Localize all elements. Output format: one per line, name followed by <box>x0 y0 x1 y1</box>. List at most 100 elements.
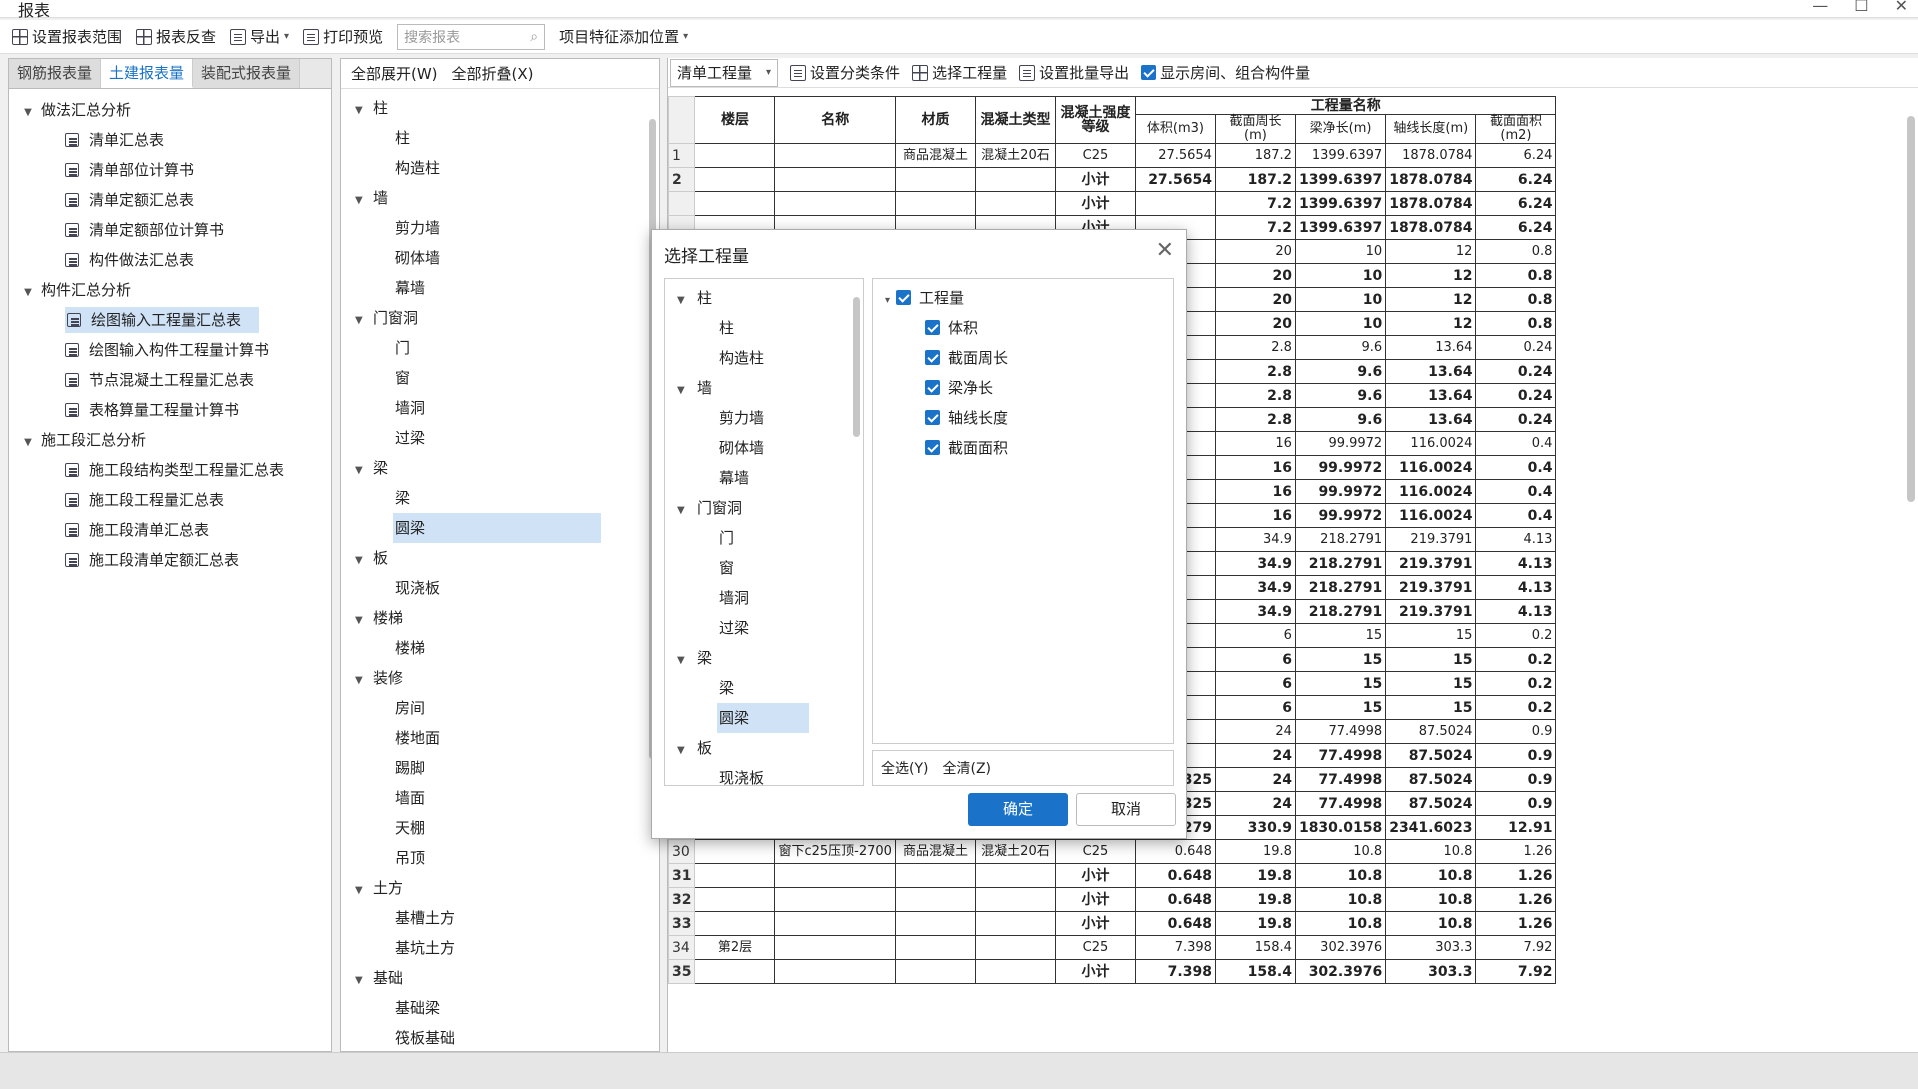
report-item[interactable]: 清单汇总表 <box>9 125 331 155</box>
tree-item[interactable]: 吊顶 <box>341 843 659 873</box>
quantity-mode-select[interactable]: 清单工程量 ▾ <box>670 58 779 87</box>
expand-all-button[interactable]: 全部展开(W) <box>351 63 438 84</box>
tree-group[interactable]: ▼ 门窗洞 <box>341 303 659 333</box>
show-room-checkbox[interactable]: 显示房间、组合构件量 <box>1141 62 1310 83</box>
tree-group[interactable]: ▼ 门窗洞 <box>665 493 863 523</box>
tree-item[interactable]: 墙面 <box>341 783 659 813</box>
tree-item[interactable]: 窗 <box>665 553 863 583</box>
tree-item[interactable]: 砌体墙 <box>665 433 863 463</box>
tab-report-0[interactable]: 钢筋报表量 <box>9 59 102 88</box>
export-button[interactable]: 导出 ▾ <box>230 26 289 47</box>
quantity-checkbox[interactable]: 梁净长 <box>925 373 1173 403</box>
report-item[interactable]: 施工段清单定额汇总表 <box>9 545 331 575</box>
tree-item[interactable]: 基础梁 <box>341 993 659 1023</box>
maximize-icon[interactable]: ☐ <box>1854 0 1868 15</box>
tree-group[interactable]: ▼ 板 <box>665 733 863 763</box>
batch-export-button[interactable]: 设置批量导出 <box>1019 62 1129 83</box>
quantity-checkbox[interactable]: 截面面积 <box>925 433 1173 463</box>
tree-item[interactable]: 过梁 <box>665 613 863 643</box>
select-all-button[interactable]: 全选(Y) <box>881 758 928 778</box>
tree-item[interactable]: 窗 <box>341 363 659 393</box>
tree-group[interactable]: ▼ 楼梯 <box>341 603 659 633</box>
report-item[interactable]: 清单定额部位计算书 <box>9 215 331 245</box>
feature-position-dropdown[interactable]: 项目特征添加位置 ▾ <box>559 26 688 47</box>
report-item[interactable]: 施工段清单汇总表 <box>9 515 331 545</box>
tree-item[interactable]: 墙洞 <box>341 393 659 423</box>
cancel-button[interactable]: 取消 <box>1076 793 1176 826</box>
report-item[interactable]: 清单部位计算书 <box>9 155 331 185</box>
quantity-checkbox[interactable]: 轴线长度 <box>925 403 1173 433</box>
tree-item[interactable]: 楼梯 <box>341 633 659 663</box>
tree-item[interactable]: 剪力墙 <box>341 213 659 243</box>
report-item[interactable]: 节点混凝土工程量汇总表 <box>9 365 331 395</box>
tree-item[interactable]: 楼地面 <box>341 723 659 753</box>
tree-group[interactable]: ▼ 柱 <box>665 283 863 313</box>
tree-item[interactable]: 门 <box>341 333 659 363</box>
tree-item[interactable]: 基坑土方 <box>341 933 659 963</box>
ok-button[interactable]: 确定 <box>968 793 1068 826</box>
tree-item[interactable]: 剪力墙 <box>665 403 863 433</box>
tree-item[interactable]: 圆梁 <box>665 703 863 733</box>
tree-item[interactable]: 梁 <box>665 673 863 703</box>
tree-group[interactable]: ▼ 基础 <box>341 963 659 993</box>
tree-item[interactable]: 砌体墙 <box>341 243 659 273</box>
tree-item[interactable]: 幕墙 <box>341 273 659 303</box>
tree-group[interactable]: ▼ 做法汇总分析 <box>9 95 331 125</box>
tree-item[interactable]: 基槽土方 <box>341 903 659 933</box>
minimize-icon[interactable]: — <box>1812 0 1828 15</box>
tree-item[interactable]: 构造柱 <box>665 343 863 373</box>
tab-report-2[interactable]: 装配式报表量 <box>193 59 301 88</box>
set-report-range-button[interactable]: 设置报表范围 <box>12 26 122 47</box>
tree-item[interactable]: 柱 <box>665 313 863 343</box>
tree-item[interactable]: 柱 <box>341 123 659 153</box>
tree-item[interactable]: 过梁 <box>341 423 659 453</box>
set-class-button[interactable]: 设置分类条件 <box>790 62 900 83</box>
report-item[interactable]: 绘图输入工程量汇总表 <box>9 305 331 335</box>
tree-item[interactable]: 墙洞 <box>665 583 863 613</box>
tree-group[interactable]: ▼ 土方 <box>341 873 659 903</box>
tree-item[interactable]: 天棚 <box>341 813 659 843</box>
tree-item[interactable]: 现浇板 <box>341 573 659 603</box>
print-preview-button[interactable]: 打印预览 <box>303 26 383 47</box>
quantity-checkbox[interactable]: 体积 <box>925 313 1173 343</box>
collapse-all-button[interactable]: 全部折叠(X) <box>452 63 534 84</box>
table-cell: 0.4 <box>1475 455 1557 480</box>
select-quantity-button[interactable]: 选择工程量 <box>912 62 1007 83</box>
tree-item[interactable]: 构造柱 <box>341 153 659 183</box>
report-check-button[interactable]: 报表反查 <box>136 26 216 47</box>
tree-group[interactable]: ▼ 墙 <box>665 373 863 403</box>
tree-item[interactable]: 门 <box>665 523 863 553</box>
tree-group[interactable]: ▼ 构件汇总分析 <box>9 275 331 305</box>
tree-group[interactable]: ▼ 装修 <box>341 663 659 693</box>
report-scrollbar[interactable] <box>1907 116 1915 502</box>
report-item[interactable]: 施工段工程量汇总表 <box>9 485 331 515</box>
tree-item[interactable]: 现浇板 <box>665 763 863 785</box>
tree-group[interactable]: ▼ 施工段汇总分析 <box>9 425 331 455</box>
tree-group[interactable]: ▼ 柱 <box>341 93 659 123</box>
report-item[interactable]: 构件做法汇总表 <box>9 245 331 275</box>
close-icon[interactable]: ✕ <box>1156 238 1174 263</box>
tree-item[interactable]: 房间 <box>341 693 659 723</box>
tree-item[interactable]: 梁 <box>341 483 659 513</box>
report-item[interactable]: 清单定额汇总表 <box>9 185 331 215</box>
report-item[interactable]: 表格算量工程量计算书 <box>9 395 331 425</box>
tree-group[interactable]: ▼ 梁 <box>341 453 659 483</box>
table-cell: 10.8 <box>1294 839 1387 864</box>
tree-item[interactable]: 幕墙 <box>665 463 863 493</box>
tree-item[interactable]: 踢脚 <box>341 753 659 783</box>
report-search-input[interactable]: 搜索报表 ⌕ <box>397 23 546 50</box>
report-item[interactable]: 绘图输入构件工程量计算书 <box>9 335 331 365</box>
report-item[interactable]: 施工段结构类型工程量汇总表 <box>9 455 331 485</box>
tree-item[interactable]: 筏板基础 <box>341 1023 659 1053</box>
close-icon[interactable]: ✕ <box>1895 0 1908 15</box>
tree-group[interactable]: ▼ 墙 <box>341 183 659 213</box>
tree-group[interactable]: ▼ 板 <box>341 543 659 573</box>
dialog-scrollbar[interactable] <box>853 297 860 437</box>
clear-all-button[interactable]: 全清(Z) <box>942 758 991 778</box>
tab-report-1[interactable]: 土建报表量 <box>101 59 194 88</box>
tree-item[interactable]: 圆梁 <box>341 513 659 543</box>
quantity-checkbox[interactable]: 截面周长 <box>925 343 1173 373</box>
tree-group[interactable]: ▼ 梁 <box>665 643 863 673</box>
table-cell: 轴线长度(m) <box>1385 114 1477 144</box>
quantity-root-checkbox[interactable]: ▾ 工程量 <box>885 283 1173 313</box>
